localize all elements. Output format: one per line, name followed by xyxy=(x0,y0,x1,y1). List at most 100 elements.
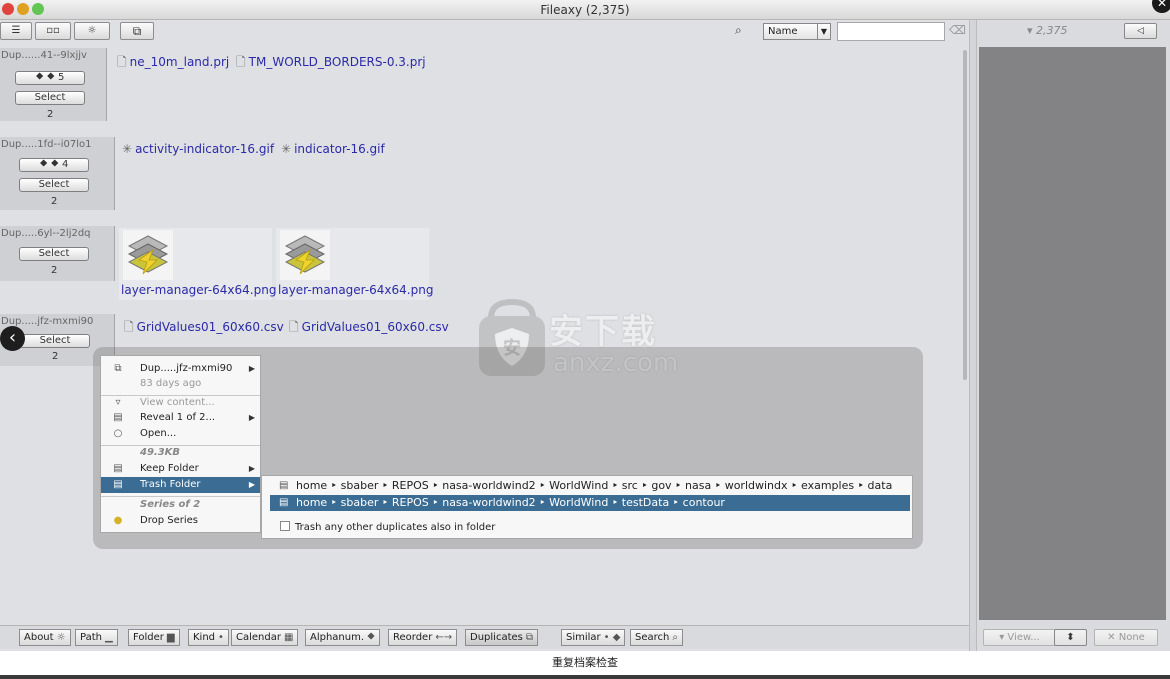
folder-icon: ▤ xyxy=(113,463,123,474)
tab-search[interactable]: Search ⌕ xyxy=(630,629,683,646)
preview-count: ▾ 2,375 xyxy=(1027,24,1068,37)
trash-others-checkbox[interactable]: Trash any other duplicates also in folde… xyxy=(280,521,495,533)
trash-path-option[interactable]: ▤ home ‣ sbaber ‣ REPOS ‣ nasa-worldwind2… xyxy=(270,495,910,511)
search-input[interactable] xyxy=(837,22,945,41)
title-bar: Fileaxy (2,375) xyxy=(0,0,1170,20)
file-item[interactable]: 🗋 GridValues01_60x60.csv xyxy=(124,318,284,339)
duplicates-view-button[interactable]: ⧉ xyxy=(120,22,154,40)
series-count: 2 xyxy=(47,109,54,120)
tab-reorder[interactable]: Reorder ←→ xyxy=(388,629,458,646)
file-item[interactable]: 🗋 GridValues01_60x60.csv xyxy=(289,318,449,339)
sort-select-value: Name xyxy=(768,26,798,37)
duplicates-icon: ⧉ xyxy=(525,632,533,643)
calendar-icon: ▦ xyxy=(283,632,294,643)
chevron-right-icon: ▶ xyxy=(248,480,255,489)
none-button[interactable]: ✕ None xyxy=(1094,629,1158,646)
eye-icon: ▿ xyxy=(115,397,121,408)
menu-item-trash-folder[interactable]: ▤ Trash Folder ▶ xyxy=(101,477,260,493)
toolbar: ☰ ▫▫ ☼ ⧉ ⌕ Name ▼ ⌫ xyxy=(0,20,970,44)
split-pane-divider[interactable] xyxy=(969,20,977,651)
preview-area xyxy=(979,47,1166,620)
preview-panel: ▾ 2,375 ◁ ▾ View... ⬍ ✕ None xyxy=(977,20,1170,651)
series-name: Dup......41--9lxjjv xyxy=(1,50,87,61)
folder-icon: ▤ xyxy=(279,480,289,491)
tab-duplicates[interactable]: Duplicates ⧉ xyxy=(465,629,538,646)
list-scrollbar[interactable] xyxy=(963,50,967,380)
chevron-right-icon: ▶ xyxy=(248,413,255,422)
open-icon: ○ xyxy=(113,428,123,439)
app-window: Fileaxy (2,375) ☰ ▫▫ ☼ ⧉ ⌕ Name ▼ ⌫ Dup.… xyxy=(0,0,1170,651)
folder-icon: ▤ xyxy=(113,479,123,490)
file-item[interactable]: ✳ activity-indicator-16.gif xyxy=(122,142,274,156)
duplicates-icon: ⧉ xyxy=(114,363,122,374)
select-button[interactable]: Select xyxy=(15,91,85,105)
tab-folder[interactable]: Folder ▆ xyxy=(128,629,180,646)
stepper-button[interactable]: ⬍ xyxy=(1054,629,1087,646)
series-row: Dup.....1fd--i07lo1 ⯁ ⯁ 4 Select 2 xyxy=(0,137,115,210)
chevron-right-icon: ▶ xyxy=(248,364,255,373)
menu-item-size: 49.3KB xyxy=(140,447,181,458)
tab-similar[interactable]: Similar • ◆ xyxy=(561,629,626,646)
watermark-text: 安下载 xyxy=(549,312,657,352)
file-item[interactable]: 🗋 TM_WORLD_BORDERS-0.3.prj xyxy=(236,53,426,74)
settings-button[interactable]: ☼ xyxy=(74,22,110,40)
file-item[interactable]: ✳ indicator-16.gif xyxy=(281,142,385,156)
menu-item-age: 83 days ago xyxy=(140,378,202,389)
chevron-left-icon[interactable]: ‹ xyxy=(0,326,25,351)
gear-icon: ☼ xyxy=(56,632,66,643)
select-button[interactable]: Select xyxy=(19,247,89,261)
menu-item-reveal[interactable]: ▤ Reveal 1 of 2... ▶ xyxy=(101,410,260,426)
menu-item-view-content: ▿ View content... xyxy=(101,395,260,411)
diamond-icon: ⯁ xyxy=(367,632,376,643)
select-button[interactable]: Select xyxy=(19,178,89,192)
bottom-tab-bar: About ☼ Path ▁ Folder ▆ Kind • Calendar ▦ Alp… xyxy=(0,625,970,649)
tab-path[interactable]: Path ▁ xyxy=(75,629,118,646)
file-name: layer-manager-64x64.png xyxy=(121,283,277,297)
view-mode-button[interactable]: ▫▫ xyxy=(35,22,71,40)
trash-path-option[interactable]: ▤ home ‣ sbaber ‣ REPOS ‣ nasa-worldwind2… xyxy=(270,478,910,494)
document-icon: 🗋 xyxy=(289,320,299,334)
search-icon: ⌕ xyxy=(735,23,742,37)
document-icon: 🗋 xyxy=(236,55,246,69)
select-button[interactable]: Select xyxy=(20,334,90,348)
trash-folder-submenu: ▤ home ‣ sbaber ‣ REPOS ‣ nasa-worldwind2… xyxy=(261,475,913,539)
menu-item-series[interactable]: ⧉ Dup.....jfz-mxmi90 ▶ xyxy=(101,361,260,377)
gear-icon: ☼ xyxy=(87,25,97,36)
arrows-horizontal-icon: ←→ xyxy=(435,632,453,643)
series-count-button[interactable]: ⯁ ⯁ 5 xyxy=(15,71,85,85)
layers-image-icon xyxy=(123,230,173,280)
spinner-icon: ✳ xyxy=(122,142,133,156)
menu-item-keep-folder[interactable]: ▤ Keep Folder ▶ xyxy=(101,461,260,477)
drop-icon: ● xyxy=(113,515,123,526)
series-count-button[interactable]: ⯁ ⯁ 4 xyxy=(19,158,89,172)
menu-item-drop-series[interactable]: ● Drop Series xyxy=(101,513,260,529)
folder-icon: ▤ xyxy=(113,412,123,423)
triangle-left-icon: ◁ xyxy=(1137,26,1144,36)
series-row: Dup......41--9lxjjv ⯁ ⯁ 5 Select 2 xyxy=(0,48,107,121)
menu-button[interactable]: ☰ xyxy=(0,22,32,40)
series-count: 2 xyxy=(51,196,58,207)
sort-select[interactable]: Name ▼ xyxy=(763,23,831,40)
folder-icon: ▆ xyxy=(166,632,175,643)
bottom-strip xyxy=(0,675,1170,679)
view-button[interactable]: ▾ View... xyxy=(983,629,1056,646)
file-thumbnail[interactable]: layer-manager-64x64.png xyxy=(119,228,276,300)
folder-icon: ▤ xyxy=(279,497,289,508)
file-item[interactable]: 🗋 ne_10m_land.prj xyxy=(117,53,229,74)
clear-search-icon[interactable]: ⌫ xyxy=(949,23,966,37)
file-thumbnail[interactable]: layer-manager-64x64.png xyxy=(276,228,433,300)
series-count: 2 xyxy=(51,265,58,276)
tab-calendar[interactable]: Calendar ▦ xyxy=(231,629,299,646)
tab-kind[interactable]: Kind • xyxy=(188,629,229,646)
file-name: layer-manager-64x64.png xyxy=(278,283,434,297)
context-menu: ⧉ Dup.....jfz-mxmi90 ▶ 83 days ago ▿ View c… xyxy=(100,355,261,533)
spinner-icon: ✳ xyxy=(281,142,292,156)
menu-item-open[interactable]: ○ Open... xyxy=(101,426,260,442)
series-count: 2 xyxy=(52,351,59,362)
tab-about[interactable]: About ☼ xyxy=(19,629,71,646)
screenshot-caption: 重复档案检查 xyxy=(552,656,618,669)
checkbox[interactable] xyxy=(280,521,290,531)
tab-alphanum[interactable]: Alphanum. ⯁ xyxy=(305,629,381,646)
chevron-right-icon: ▶ xyxy=(248,464,255,473)
collapse-panel-button[interactable]: ◁ xyxy=(1124,23,1157,39)
